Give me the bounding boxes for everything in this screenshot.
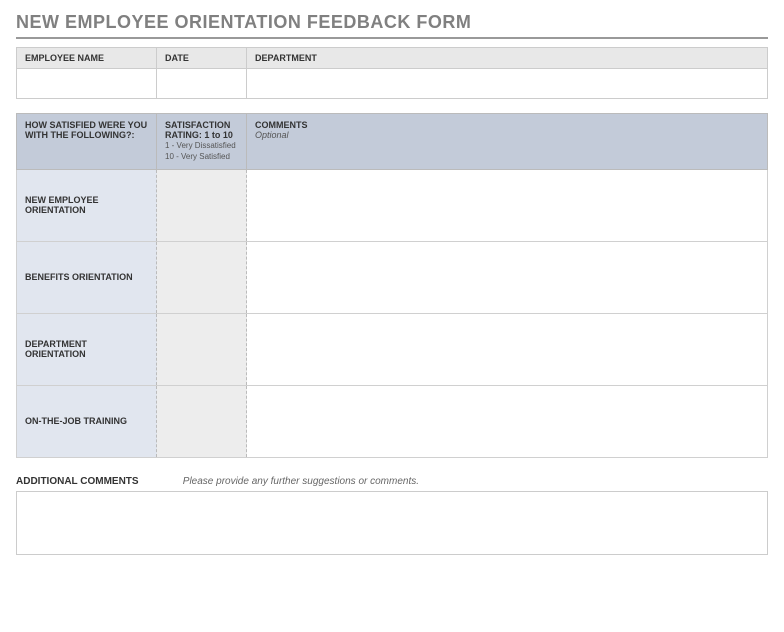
date-input[interactable]: [161, 79, 242, 91]
rating-input-1[interactable]: [165, 248, 238, 307]
header-rating-text: SATISFACTION RATING: 1 to 10: [165, 120, 233, 140]
comments-input-2[interactable]: [255, 317, 759, 376]
header-question-text: HOW SATISFIED WERE YOU WITH THE FOLLOWIN…: [25, 120, 147, 140]
header-rating: SATISFACTION RATING: 1 to 10 1 - Very Di…: [157, 114, 247, 170]
header-question: HOW SATISFIED WERE YOU WITH THE FOLLOWIN…: [17, 114, 157, 170]
comments-input-1[interactable]: [255, 245, 759, 304]
header-employee-name: EMPLOYEE NAME: [17, 48, 157, 69]
row-label-department: DEPARTMENT ORIENTATION: [17, 313, 157, 385]
header-comments: COMMENTS Optional: [247, 114, 768, 170]
header-rating-sub1: 1 - Very Dissatisfied: [165, 141, 236, 150]
additional-box: [16, 491, 768, 555]
additional-comments-input[interactable]: [21, 496, 763, 550]
table-row: DEPARTMENT ORIENTATION: [17, 313, 768, 385]
form-title: NEW EMPLOYEE ORIENTATION FEEDBACK FORM: [16, 12, 768, 39]
feedback-table: HOW SATISFIED WERE YOU WITH THE FOLLOWIN…: [16, 113, 768, 458]
table-row: BENEFITS ORIENTATION: [17, 241, 768, 313]
comments-input-3[interactable]: [255, 389, 759, 448]
header-rating-sub2: 10 - Very Satisfied: [165, 152, 230, 161]
header-department: DEPARTMENT: [247, 48, 768, 69]
rating-input-3[interactable]: [165, 392, 238, 451]
table-row: NEW EMPLOYEE ORIENTATION: [17, 169, 768, 241]
header-comments-text: COMMENTS: [255, 120, 308, 130]
header-comments-optional: Optional: [255, 130, 289, 140]
employee-info-table: EMPLOYEE NAME DATE DEPARTMENT: [16, 47, 768, 99]
department-input[interactable]: [251, 79, 763, 91]
additional-comments-section: ADDITIONAL COMMENTS Please provide any f…: [16, 476, 768, 555]
additional-hint: Please provide any further suggestions o…: [183, 476, 419, 487]
additional-header: ADDITIONAL COMMENTS Please provide any f…: [16, 476, 768, 487]
row-label-orientation: NEW EMPLOYEE ORIENTATION: [17, 169, 157, 241]
header-date: DATE: [157, 48, 247, 69]
table-row: ON-THE-JOB TRAINING: [17, 385, 768, 457]
employee-name-input[interactable]: [21, 79, 152, 91]
row-label-benefits: BENEFITS ORIENTATION: [17, 241, 157, 313]
rating-input-0[interactable]: [165, 176, 238, 235]
comments-input-0[interactable]: [255, 173, 759, 232]
additional-label: ADDITIONAL COMMENTS: [16, 476, 156, 487]
row-label-ojt: ON-THE-JOB TRAINING: [17, 385, 157, 457]
rating-input-2[interactable]: [165, 320, 238, 379]
